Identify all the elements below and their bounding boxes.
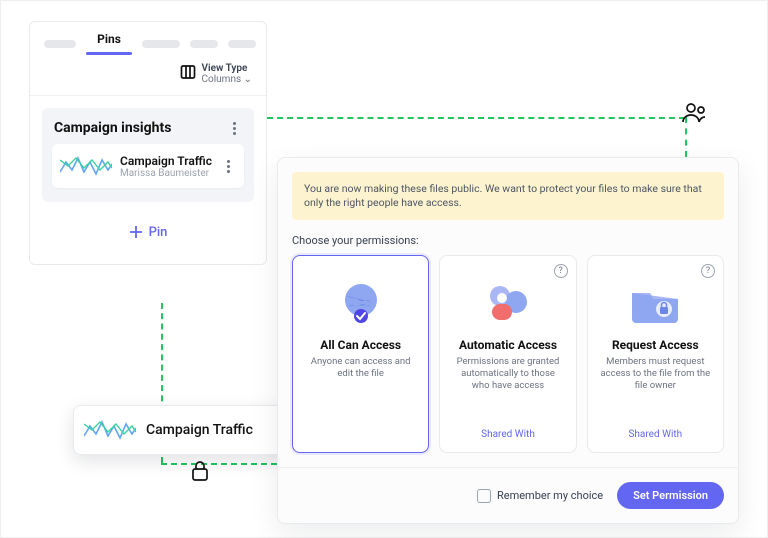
shared-with-link[interactable]: Shared With	[481, 419, 535, 440]
columns-icon	[180, 64, 196, 84]
view-type-toggle[interactable]: View Type Columns ⌄	[202, 63, 252, 85]
insights-section: Campaign insights Campaign Traffic Maris…	[42, 108, 254, 202]
help-icon[interactable]: ?	[701, 264, 715, 278]
permission-dialog: You are now making these files public. W…	[277, 157, 739, 524]
sparkline-icon	[84, 416, 136, 444]
section-more-button[interactable]	[226, 122, 242, 135]
option-all-can-access[interactable]: All Can Access Anyone can access and edi…	[292, 255, 429, 453]
pin-item[interactable]: Campaign Traffic Marissa Baumeister	[52, 144, 244, 188]
option-desc: Permissions are granted automatically to…	[448, 356, 567, 392]
option-title: Automatic Access	[459, 338, 557, 352]
tab-placeholder[interactable]	[142, 40, 180, 48]
pin-item-title: Campaign Traffic	[120, 154, 212, 168]
choose-label: Choose your permissions:	[292, 234, 724, 247]
tab-strip: Pins	[30, 22, 266, 55]
pin-item-more-button[interactable]	[220, 160, 236, 173]
help-icon[interactable]: ?	[554, 264, 568, 278]
remember-checkbox[interactable]: Remember my choice	[477, 489, 603, 503]
sparkline-icon	[60, 152, 112, 180]
option-title: All Can Access	[320, 338, 401, 352]
tab-pins[interactable]: Pins	[86, 32, 132, 55]
chevron-down-icon: ⌄	[244, 74, 252, 85]
option-request-access[interactable]: ? Request Access Members must request ac…	[587, 255, 724, 453]
option-title: Request Access	[612, 338, 699, 352]
option-desc: Anyone can access and edit the file	[301, 356, 420, 380]
set-permission-button[interactable]: Set Permission	[617, 482, 724, 509]
tab-placeholder[interactable]	[190, 40, 218, 48]
globe-icon	[333, 276, 389, 328]
option-automatic-access[interactable]: ? Automatic Access Permissions are grant…	[439, 255, 576, 453]
users-icon	[681, 101, 709, 127]
tab-placeholder[interactable]	[44, 40, 76, 48]
shared-with-link[interactable]: Shared With	[628, 419, 682, 440]
pin-item-subtitle: Marissa Baumeister	[120, 168, 212, 179]
pins-panel: Pins View Type Columns ⌄ Campaign insigh…	[29, 21, 267, 265]
option-desc: Members must request access to the file …	[596, 356, 715, 392]
lock-icon	[190, 460, 210, 486]
checkbox-icon	[477, 489, 491, 503]
warning-banner: You are now making these files public. W…	[292, 172, 724, 220]
section-title: Campaign insights	[54, 120, 171, 136]
tab-placeholder[interactable]	[228, 40, 256, 48]
folder-lock-icon	[627, 276, 683, 328]
dragged-card-title: Campaign Traffic	[146, 422, 284, 438]
people-icon	[480, 276, 536, 328]
add-pin-button[interactable]: Pin	[42, 214, 254, 250]
